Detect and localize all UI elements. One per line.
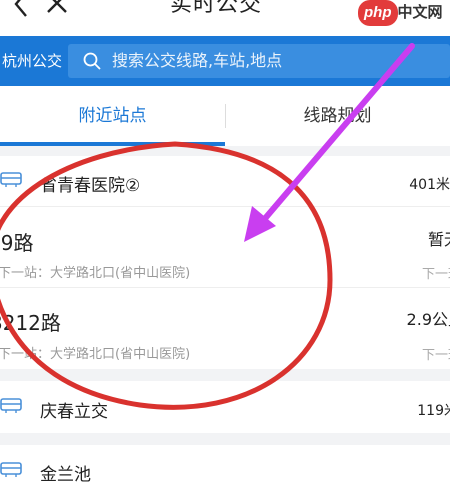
route-item[interactable]: 59路 下一站：大学路北口(省中山医院) 暂无 下一班车距离 <box>0 207 450 287</box>
watermark-cn: 中文网 <box>397 4 443 21</box>
tab-route-planning[interactable]: 线路规划 <box>225 86 450 146</box>
active-tab-indicator <box>0 142 225 146</box>
route-next-stop: 下一站：大学路北口(省中山医院) <box>0 347 191 362</box>
close-icon[interactable] <box>42 0 72 18</box>
search-placeholder: 搜索公交线路,车站,地点 <box>112 51 283 70</box>
route-status: 暂无 <box>427 230 450 249</box>
watermark-php: php <box>358 0 398 26</box>
tab-bar: 附近站点 线路规划 <box>0 86 450 146</box>
top-bar: 实时公交 php 中文网 <box>0 0 450 36</box>
back-arrow-icon[interactable] <box>6 0 36 18</box>
bus-stop-icon <box>0 172 22 187</box>
route-name: 59路 <box>0 231 34 255</box>
search-input[interactable]: 搜索公交线路,车站,地点 <box>68 44 450 78</box>
search-bar: 杭州公交 搜索公交线路,车站,地点 <box>0 36 450 86</box>
tab-nearby-stops[interactable]: 附近站点 <box>0 86 225 146</box>
route-name: 3212路 <box>0 311 61 335</box>
route-status: 2.9公里 <box>406 310 450 329</box>
stop-header[interactable]: 省青春医院② 401米 <box>0 156 450 206</box>
route-next-bus-label: 下一班车距离 <box>421 267 450 282</box>
stop-name: 庆春立交 <box>40 402 108 422</box>
stop-row[interactable]: 金兰池 <box>0 445 450 493</box>
route-item[interactable]: 3212路 下一站：大学路北口(省中山医院) 2.9公里 下一班车距离 <box>0 288 450 368</box>
stop-row[interactable]: 庆春立交 119米 <box>0 381 450 433</box>
route-next-stop: 下一站：大学路北口(省中山医院) <box>0 266 191 281</box>
screen: 实时公交 php中文网 杭州公交 搜索公交线路,车站,地点 附近站点 线路规划 <box>0 0 450 493</box>
stop-card: 省青春医院② 401米 59路 下一站：大学路北口(省中山医院) 暂无 下一班车… <box>0 156 450 369</box>
page-title: 实时公交 <box>170 0 263 17</box>
route-next-bus-label: 下一班车距离 <box>421 348 450 363</box>
search-icon <box>83 52 101 70</box>
stop-distance: 401米 <box>409 177 450 193</box>
watermark-logo: php 中文网 <box>354 0 450 26</box>
stop-name: 省青春医院② <box>40 176 141 196</box>
city-selector[interactable]: 杭州公交 <box>0 44 64 78</box>
bus-stop-icon <box>0 398 22 413</box>
stop-name: 金兰池 <box>40 465 91 485</box>
stop-distance: 119米 <box>417 403 450 419</box>
bus-stop-icon <box>0 462 22 477</box>
